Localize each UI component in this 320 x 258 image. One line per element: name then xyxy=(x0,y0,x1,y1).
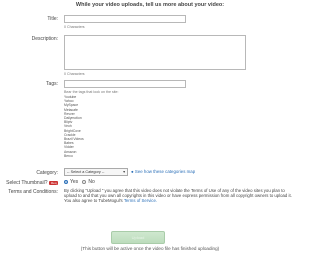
submit-note: (This button will be active once the vid… xyxy=(80,246,220,251)
tag-suggestion[interactable]: Berco xyxy=(64,154,124,158)
category-select[interactable]: -- Select a Category -- ▾ xyxy=(64,168,128,176)
thumbnail-options: Yes No xyxy=(64,179,95,185)
terms-text: By clicking "Upload " you agree that thi… xyxy=(64,188,292,204)
thumbnail-yes-label: Yes xyxy=(70,179,79,185)
help-icon: ● xyxy=(131,169,134,174)
category-help: ● See how these categories map xyxy=(131,169,195,174)
tag-suggestion-list: Youtube Yahoo MySpace Metacafe Revver Da… xyxy=(64,95,124,158)
terms-text-block: By clicking "Upload " you agree that thi… xyxy=(64,188,298,203)
tags-hint: Bear the tags that look on the site: xyxy=(64,90,119,94)
terms-label: Terms and Conditions: xyxy=(8,189,58,195)
description-character-count: 0 Characters xyxy=(64,72,85,76)
title-label: Title: xyxy=(47,16,58,22)
thumbnail-label: Select Thumbnail? xyxy=(6,180,48,186)
category-label: Category: xyxy=(36,170,58,176)
form-heading: While your video uploads, tell us more a… xyxy=(75,2,225,8)
chevron-down-icon: ▾ xyxy=(123,170,125,174)
thumbnail-no-radio[interactable] xyxy=(82,179,87,184)
title-input[interactable] xyxy=(64,15,186,23)
terms-of-service-link[interactable]: Terms of Service. xyxy=(124,198,157,203)
tags-input[interactable] xyxy=(64,80,186,88)
thumbnail-yes-radio[interactable] xyxy=(64,179,68,184)
upload-submit-button[interactable]: Upload xyxy=(111,231,165,244)
tags-label: Tags: xyxy=(46,81,58,87)
required-badge: Req xyxy=(49,180,58,185)
thumbnail-label-group: Select Thumbnail? Req xyxy=(0,180,58,186)
description-textarea[interactable] xyxy=(64,35,246,70)
description-label: Description: xyxy=(31,36,58,42)
category-map-link[interactable]: See how these categories map xyxy=(135,169,195,174)
category-selected-value: -- Select a Category -- xyxy=(67,170,105,174)
thumbnail-no-label: No xyxy=(88,179,95,185)
title-character-count: 0 Characters xyxy=(64,25,85,29)
